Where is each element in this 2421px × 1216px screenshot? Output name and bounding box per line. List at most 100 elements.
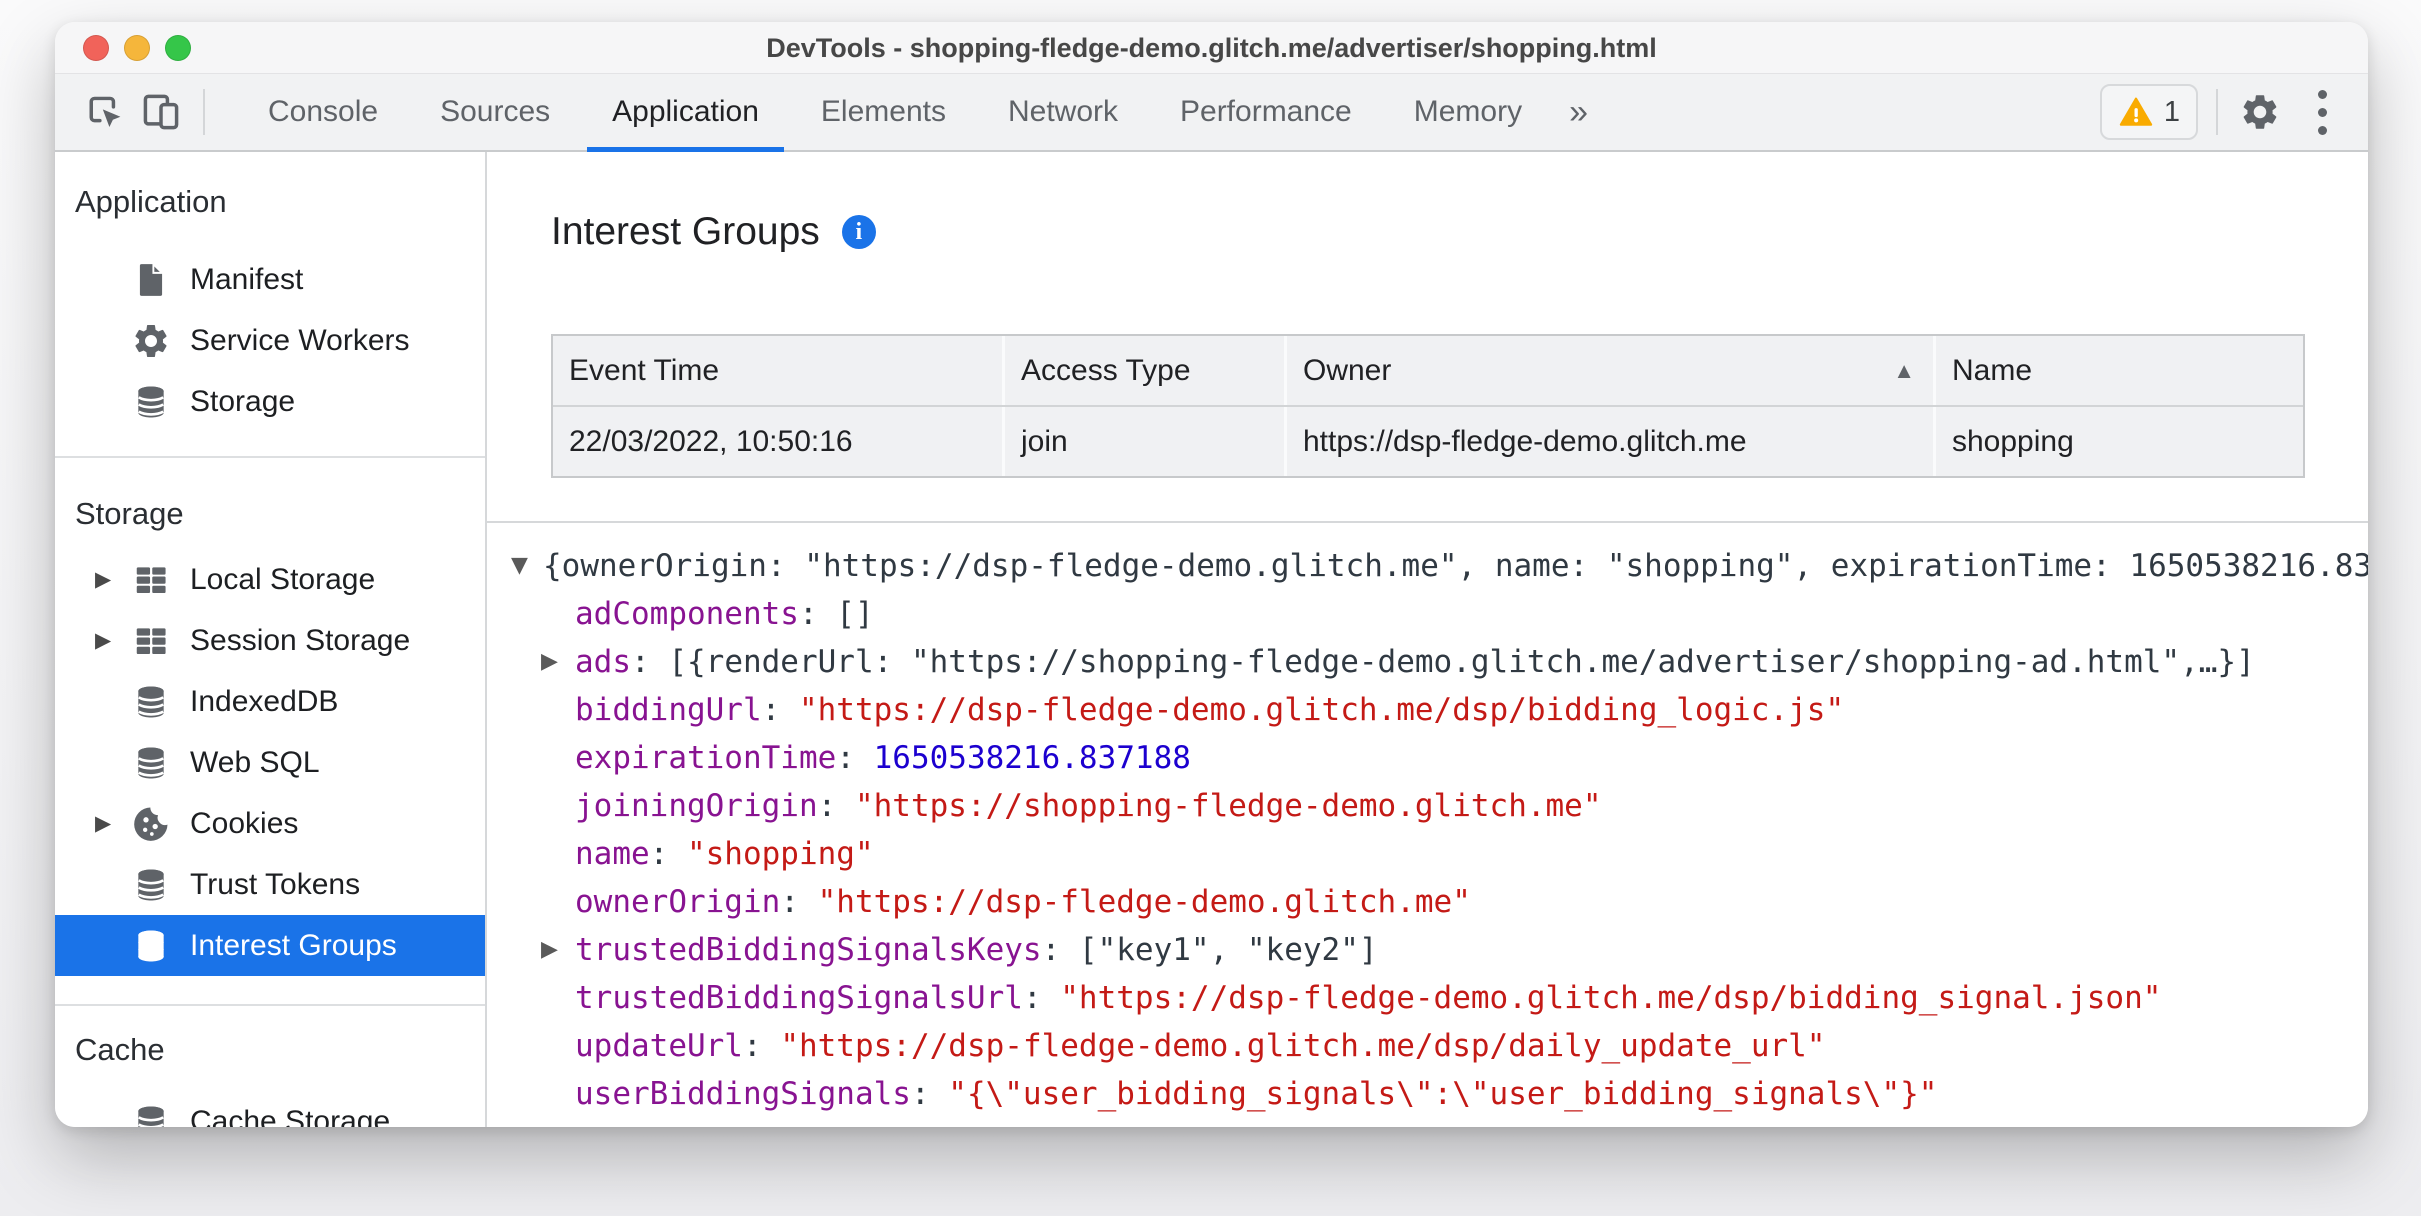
tree-row[interactable]: adComponents: [] [487, 590, 2368, 638]
tree-property-name: joiningOrigin [575, 788, 818, 824]
tree-preview-text: : [{renderUrl: "https://shopping-fledge-… [631, 644, 2255, 680]
chevron-right-icon[interactable]: ▶ [95, 793, 129, 854]
interest-group-events-table: Event Time Access Type Owner ▲ Name 22/03/202… [551, 334, 2305, 478]
settings-gear-icon[interactable] [2236, 88, 2284, 136]
tab-sources[interactable]: Sources [409, 73, 581, 151]
expand-arrow-down-icon[interactable]: ▼ [511, 542, 528, 590]
sidebar-item-storage[interactable]: Storage [55, 371, 485, 432]
table-cell-event-time: 22/03/2022, 10:50:16 [553, 407, 1005, 476]
tree-row[interactable]: userBiddingSignals: "{\"user_bidding_sig… [487, 1070, 2368, 1118]
sidebar-item-label: IndexedDB [190, 684, 339, 718]
tree-row[interactable]: updateUrl: "https://dsp-fledge-demo.glit… [487, 1022, 2368, 1070]
tree-row[interactable]: joiningOrigin: "https://shopping-fledge-… [487, 782, 2368, 830]
table-icon [129, 558, 173, 602]
sidebar-item-cache-storage[interactable]: Cache Storage [55, 1091, 485, 1127]
tree-row[interactable]: ▼ {ownerOrigin: "https://dsp-fledge-demo.… [487, 542, 2368, 590]
tree-preview-text: : [780, 884, 818, 920]
inspect-element-icon[interactable] [81, 88, 129, 136]
gear-icon [129, 319, 173, 363]
tree-row[interactable]: expirationTime: 1650538216.837188 [487, 734, 2368, 782]
sidebar-item-indexeddb[interactable]: IndexedDB [55, 671, 485, 732]
table-icon [129, 619, 173, 663]
document-icon [129, 258, 173, 302]
tree-row[interactable]: ownerOrigin: "https://dsp-fledge-demo.gl… [487, 878, 2368, 926]
tree-preview-text: : [910, 1076, 949, 1112]
tree-property-name: expirationTime [575, 740, 837, 776]
chevron-right-icon[interactable]: ▶ [95, 610, 129, 671]
interest-groups-panel: Interest Groups i Event Time Access Type O… [487, 152, 2368, 1127]
tree-property-name: ads [575, 644, 631, 680]
toolbar: Console Sources Application Elements Network… [55, 73, 2368, 153]
more-tabs-icon[interactable]: » [1553, 93, 1604, 132]
column-header-label: Access Type [1021, 354, 1191, 387]
table-cell-access-type: join [1005, 407, 1287, 476]
sidebar-item-label: Manifest [190, 262, 304, 296]
toolbar-divider [2216, 89, 2218, 135]
tree-row[interactable]: name: "shopping" [487, 830, 2368, 878]
sidebar-item-manifest[interactable]: Manifest [55, 249, 485, 310]
tree-property-name: ownerOrigin [575, 884, 781, 920]
tree-preview-text: {ownerOrigin: "https://dsp-fledge-demo.g… [543, 548, 2368, 584]
sidebar-item-label: Trust Tokens [190, 867, 361, 901]
chevron-right-icon[interactable]: ▶ [95, 549, 129, 610]
issues-warning-badge[interactable]: 1 [2099, 84, 2198, 140]
sidebar-section-cache: Cache Cache Storage [55, 1006, 485, 1127]
tree-property-value: "https://dsp-fledge-demo.glitch.me/dsp/b… [1060, 980, 2162, 1016]
expand-arrow-right-icon[interactable]: ▶ [541, 638, 558, 686]
sidebar-item-service-workers[interactable]: Service Workers [55, 310, 485, 371]
warning-triangle-icon [2118, 94, 2154, 130]
column-header-event-time[interactable]: Event Time [553, 336, 1005, 405]
device-toolbar-icon[interactable] [137, 88, 185, 136]
tree-row[interactable]: biddingUrl: "https://dsp-fledge-demo.gli… [487, 686, 2368, 734]
tree-property-value: 1650538216.837188 [873, 740, 1191, 776]
window-title: DevTools - shopping-fledge-demo.glitch.m… [766, 33, 1657, 63]
database-icon [129, 1100, 173, 1127]
tab-network[interactable]: Network [977, 73, 1149, 151]
sidebar-item-interest-groups[interactable]: Interest Groups [55, 915, 485, 976]
sidebar-item-trust-tokens[interactable]: Trust Tokens [55, 854, 485, 915]
tree-property-name: biddingUrl [575, 692, 762, 728]
column-header-access-type[interactable]: Access Type [1005, 336, 1287, 405]
table-cell-name: shopping [1936, 407, 2303, 476]
column-header-label: Owner [1303, 354, 1392, 387]
column-header-name[interactable]: Name [1936, 336, 2303, 405]
table-row[interactable]: 22/03/2022, 10:50:16 join https://dsp-fled… [553, 407, 2303, 476]
tree-row[interactable]: ▶ trustedBiddingSignalsKeys: ["key1", "ke… [487, 926, 2368, 974]
info-icon[interactable]: i [841, 215, 876, 249]
tree-property-name: name [575, 836, 650, 872]
tree-property-name: trustedBiddingSignalsKeys [575, 932, 1042, 968]
tab-elements[interactable]: Elements [790, 73, 977, 151]
expand-arrow-right-icon[interactable]: ▶ [541, 926, 558, 974]
sidebar-item-label: Web SQL [190, 745, 320, 779]
column-header-label: Event Time [569, 354, 720, 387]
tree-preview-text: : [649, 836, 687, 872]
tree-row[interactable]: trustedBiddingSignalsUrl: "https://dsp-f… [487, 974, 2368, 1022]
tree-property-value: "https://dsp-fledge-demo.glitch.me" [817, 884, 1471, 920]
database-icon [129, 380, 173, 424]
panel-header: Interest Groups i [551, 210, 876, 254]
sidebar-item-session-storage[interactable]: ▶ Session Storage [55, 610, 485, 671]
sidebar-item-local-storage[interactable]: ▶ Local Storage [55, 549, 485, 610]
sort-ascending-icon: ▲ [1893, 358, 1915, 383]
database-icon [129, 924, 173, 968]
sidebar-item-label: Session Storage [190, 623, 411, 657]
warning-count: 1 [2163, 95, 2180, 128]
sidebar-item-web-sql[interactable]: Web SQL [55, 732, 485, 793]
sidebar-item-label: Cookies [190, 806, 299, 840]
tab-console[interactable]: Console [237, 73, 409, 151]
tab-application[interactable]: Application [581, 73, 790, 153]
sidebar-item-label: Storage [190, 384, 296, 418]
sidebar-section-application: Application Manifest Service Workers Storag… [55, 152, 485, 432]
kebab-menu-icon[interactable] [2298, 88, 2346, 136]
tab-memory[interactable]: Memory [1383, 73, 1553, 151]
tree-property-value: "{\"user_bidding_signals\":\"user_biddin… [948, 1076, 1938, 1112]
toolbar-divider [203, 89, 205, 135]
sidebar-item-cookies[interactable]: ▶ Cookies [55, 793, 485, 854]
tab-performance[interactable]: Performance [1149, 73, 1383, 151]
tree-property-name: adComponents [575, 596, 799, 632]
column-header-owner[interactable]: Owner ▲ [1287, 336, 1936, 405]
tree-preview-text: : [1022, 980, 1061, 1016]
tree-row[interactable]: ▶ ads: [{renderUrl: "https://shopping-fle… [487, 638, 2368, 686]
